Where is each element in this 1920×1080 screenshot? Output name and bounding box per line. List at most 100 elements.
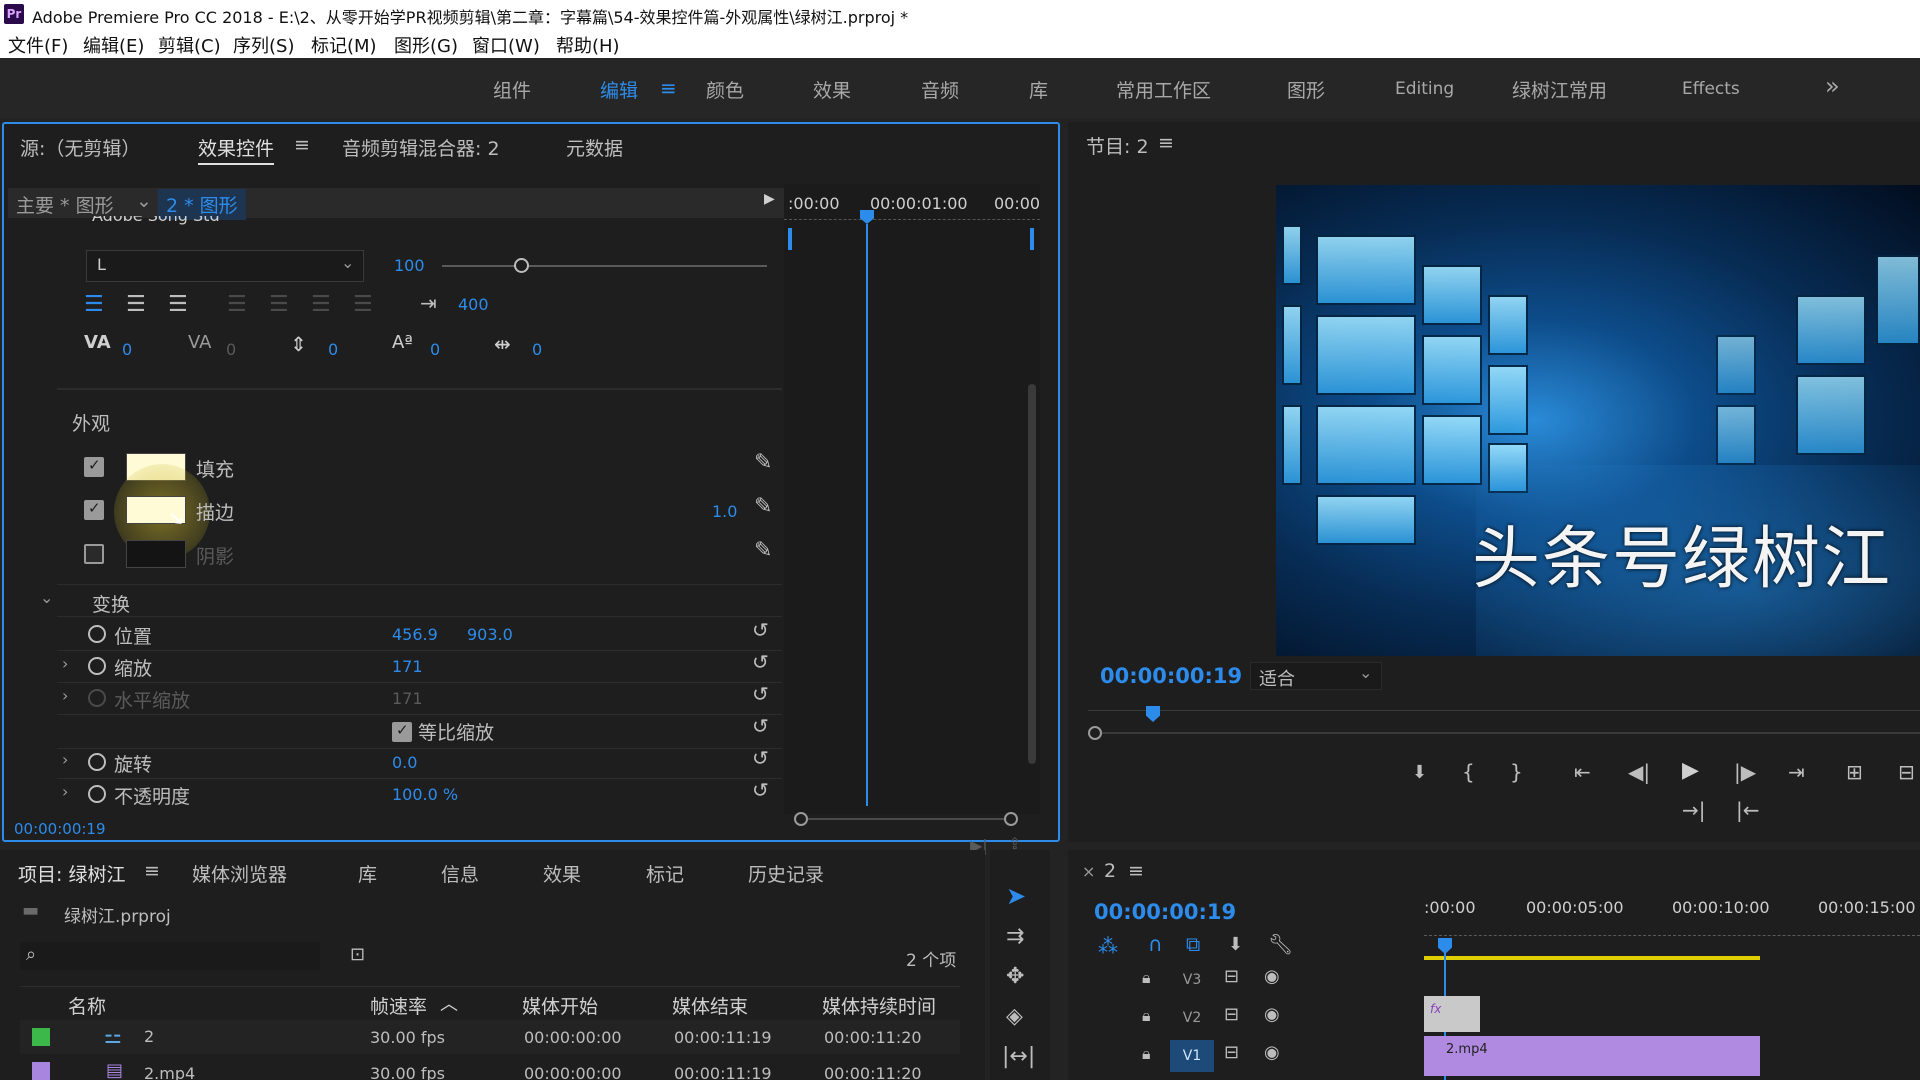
stopwatch-icon[interactable] [88,753,106,771]
lift-icon[interactable]: →| [1682,798,1706,822]
column-media-start[interactable]: 媒体开始 [522,992,598,1019]
tab-width-value[interactable]: 400 [458,295,489,314]
position-y-value[interactable]: 903.0 [467,625,513,644]
menu-marker[interactable]: 标记(M) [311,32,377,58]
chevron-right-icon[interactable]: › [62,782,68,801]
lock-icon[interactable]: 🔒︎ [1142,968,1151,988]
table-row[interactable]: ▤ 2.mp4 30.00 fps 00:00:00:00 00:00:11:1… [20,1054,960,1080]
menu-sequence[interactable]: 序列(S) [233,32,294,58]
program-video-frame[interactable]: 头条号绿树江 [1276,185,1920,656]
go-to-in-icon[interactable]: ⇤ [1574,760,1591,784]
insert-icon[interactable]: ⊞ [1846,760,1863,784]
sequence-tab[interactable]: 2 [1104,860,1116,882]
zoom-handle-left[interactable] [794,812,808,826]
sync-lock-icon[interactable]: ⊟ [1224,966,1239,987]
slip-tool-icon[interactable]: |↔| [1002,1044,1035,1069]
opacity-value[interactable]: 100.0 % [392,785,458,804]
align-center-icon[interactable]: ☰ [126,292,146,317]
menu-help[interactable]: 帮助(H) [556,32,620,58]
zoom-handle-left[interactable] [1088,726,1102,740]
font-size-slider-track[interactable] [442,265,767,267]
horizontal-scale-value[interactable]: 171 [392,689,423,708]
baseline-shift-value[interactable]: 0 [430,340,440,359]
sync-lock-icon[interactable]: ⊟ [1224,1042,1239,1063]
column-frame-rate[interactable]: 帧速率 [370,992,427,1019]
track-v3-label[interactable]: V3 [1170,966,1214,994]
stopwatch-icon[interactable] [88,689,106,707]
tsume-value[interactable]: 0 [532,340,542,359]
reset-icon[interactable]: ↺ [752,778,769,802]
fill-checkbox[interactable] [84,456,104,477]
effect-timecode[interactable]: 00:00:00:19 [14,820,106,838]
lock-icon[interactable]: 🔒︎ [1142,1006,1151,1026]
timeline-timecode[interactable]: 00:00:00:19 [1094,900,1236,924]
zoom-handle-right[interactable] [1004,812,1018,826]
panel-menu-icon[interactable]: ≡ [294,134,310,156]
step-back-icon[interactable]: ◀| [1628,760,1650,784]
workspace-effects[interactable]: 效果 [813,76,851,103]
tab-audio-mixer[interactable]: 音频剪辑混合器: 2 [342,134,500,161]
stopwatch-icon[interactable] [88,785,106,803]
track-v1-label[interactable]: V1 [1170,1040,1214,1072]
justify-left-icon[interactable]: ☰ [227,292,247,317]
chevron-right-icon[interactable]: › [62,686,68,705]
eyedropper-icon[interactable]: ✎ [754,450,772,475]
eyedropper-icon[interactable]: ✎ [754,494,772,519]
track-select-tool-icon[interactable]: ⇉ [1006,924,1024,949]
justify-all-icon[interactable]: ☰ [353,292,373,317]
menu-window[interactable]: 窗口(W) [472,32,540,58]
column-media-duration[interactable]: 媒体持续时间 [822,992,936,1019]
column-name[interactable]: 名称 [68,992,106,1019]
sync-lock-icon[interactable]: ⊟ [1224,1004,1239,1025]
kerning-value[interactable]: 0 [122,340,132,359]
rotation-value[interactable]: 0.0 [392,753,417,772]
linked-selection-icon[interactable]: ⧉ [1186,932,1200,956]
tab-markers[interactable]: 标记 [646,860,684,887]
razor-tool-icon[interactable]: ◈ [1006,1004,1023,1029]
stopwatch-icon[interactable] [88,657,106,675]
workspace-editing[interactable]: Editing [1395,79,1454,99]
eye-icon[interactable]: ◉ [1264,966,1280,987]
new-bin-icon[interactable]: ⊡ [350,944,365,965]
track-v2-label[interactable]: V2 [1170,1004,1214,1032]
mark-in-icon[interactable]: { [1462,760,1475,784]
zoom-scrollbar[interactable] [808,818,1004,820]
add-marker-icon[interactable]: ⬇ [1228,934,1243,955]
workspace-color[interactable]: 颜色 [706,76,744,103]
chevron-right-icon[interactable]: › [62,654,68,673]
menu-edit[interactable]: 编辑(E) [83,32,144,58]
reset-icon[interactable]: ↺ [752,650,769,674]
align-right-icon[interactable]: ☰ [168,292,188,317]
font-family-dropdown[interactable]: Adobe Song Std [82,216,772,226]
tab-project[interactable]: 项目: 绿树江 [18,860,125,887]
workspace-effects-en[interactable]: Effects [1682,79,1740,99]
add-marker-icon[interactable]: ⬇ [1412,762,1427,783]
shadow-checkbox[interactable] [84,544,104,564]
reset-icon[interactable]: ↺ [752,714,769,738]
step-forward-icon[interactable]: |▶ [1734,760,1756,784]
table-row[interactable]: ⚍ 2 30.00 fps 00:00:00:00 00:00:11:19 00… [20,1020,960,1054]
tab-effects[interactable]: 效果 [543,860,581,887]
workspace-custom[interactable]: 绿树江常用 [1512,76,1607,103]
eye-icon[interactable]: ◉ [1264,1042,1280,1063]
tab-libraries[interactable]: 库 [358,860,377,887]
close-icon[interactable]: × [1082,862,1095,881]
eye-icon[interactable]: ◉ [1264,1004,1280,1025]
eyedropper-icon[interactable]: ✎ [754,538,772,563]
reset-icon[interactable]: ↺ [752,618,769,642]
sort-ascending-icon[interactable]: ︿ [440,990,458,1016]
menu-graphics[interactable]: 图形(G) [394,32,458,58]
scale-value[interactable]: 171 [392,657,423,676]
font-size-value[interactable]: 100 [394,256,425,275]
fit-dropdown[interactable]: 适合 ⌄ [1250,662,1382,690]
work-area-bar[interactable] [1424,956,1760,960]
video-clip-v1[interactable]: 2.mp4 [1424,1036,1760,1076]
overwrite-icon[interactable]: ⊟ [1898,760,1915,784]
position-x-value[interactable]: 456.9 [392,625,438,644]
stroke-width-value[interactable]: 1.0 [712,502,737,521]
workspace-graphics[interactable]: 图形 [1287,76,1325,103]
tab-info[interactable]: 信息 [441,860,479,887]
menu-clip[interactable]: 剪辑(C) [158,32,221,58]
workspace-audio[interactable]: 音频 [921,76,959,103]
lock-icon[interactable]: 🔒︎ [1142,1044,1151,1064]
